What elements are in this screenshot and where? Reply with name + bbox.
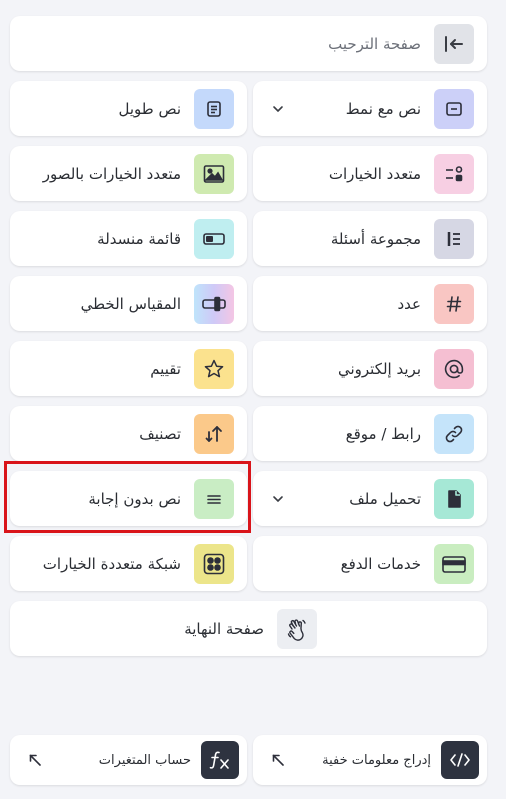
rating-button[interactable]: تقييم [10,341,247,396]
linear-scale-label: المقياس الخطي [80,294,181,313]
dropdown-toggle-icon [194,218,234,259]
question-group-label: مجموعة أسئلة [330,229,421,248]
grid-icon [194,543,234,584]
long-text-label: نص طويل [118,99,181,118]
hash-icon [434,283,474,324]
styled-text-button[interactable]: نص مع نمط [253,81,487,136]
image-choice-button[interactable]: متعدد الخيارات بالصور [10,146,247,201]
dropdown-label: قائمة منسدلة [97,229,181,248]
linear-scale-button[interactable]: المقياس الخطي [10,276,247,331]
email-label: بريد إلكتروني [337,359,421,378]
number-button[interactable]: عدد [253,276,487,331]
file-icon [434,478,474,519]
variables-button[interactable]: حساب المتغيرات [10,735,247,785]
dropdown-button[interactable]: قائمة منسدلة [10,211,247,266]
number-label: عدد [397,294,421,313]
hidden-fields-label: إدراج معلومات خفية [322,752,431,768]
function-icon [201,741,239,779]
multiple-choice-button[interactable]: متعدد الخيارات [253,146,487,201]
email-button[interactable]: بريد إلكتروني [253,341,487,396]
statement-button[interactable]: نص بدون إجابة [10,471,247,526]
at-icon [434,348,474,389]
star-icon [194,348,234,389]
text-field-icon [434,88,474,129]
slider-icon [194,283,234,324]
code-icon [441,741,479,779]
document-lines-icon [194,88,234,129]
payment-button[interactable]: خدمات الدفع [253,536,487,591]
payment-label: خدمات الدفع [340,554,421,573]
long-text-button[interactable]: نص طويل [10,81,247,136]
equals-icon [194,478,234,519]
welcome-page-label: صفحة الترحيب [328,34,421,53]
choice-list-icon [434,153,474,194]
collapse-left-icon [434,23,474,64]
arrow-up-left-icon [271,753,285,767]
arrow-up-left-icon [28,753,42,767]
chevron-down-icon[interactable] [271,492,285,506]
sort-arrows-icon [194,413,234,454]
hidden-fields-button[interactable]: إدراج معلومات خفية [253,735,487,785]
end-page-button[interactable]: صفحة النهاية [10,601,487,656]
multiple-choice-label: متعدد الخيارات [328,164,421,183]
file-upload-label: تحميل ملف [349,489,421,508]
statement-label: نص بدون إجابة [88,489,181,508]
credit-card-icon [434,543,474,584]
waving-hand-icon [277,608,317,649]
file-upload-button[interactable]: تحميل ملف [253,471,487,526]
link-icon [434,413,474,454]
rating-label: تقييم [150,359,181,378]
website-button[interactable]: رابط / موقع [253,406,487,461]
choice-grid-label: شبكة متعددة الخيارات [42,554,181,573]
styled-text-label: نص مع نمط [345,99,421,118]
website-label: رابط / موقع [345,424,421,443]
ranking-button[interactable]: تصنيف [10,406,247,461]
question-group-icon [434,218,474,259]
chevron-down-icon[interactable] [271,102,285,116]
ranking-label: تصنيف [139,424,181,443]
image-icon [194,153,234,194]
image-choice-label: متعدد الخيارات بالصور [42,164,181,183]
end-page-label: صفحة النهاية [184,619,264,638]
variables-label: حساب المتغيرات [98,752,191,768]
choice-grid-button[interactable]: شبكة متعددة الخيارات [10,536,247,591]
welcome-page-button[interactable]: صفحة الترحيب [10,16,487,71]
question-group-button[interactable]: مجموعة أسئلة [253,211,487,266]
